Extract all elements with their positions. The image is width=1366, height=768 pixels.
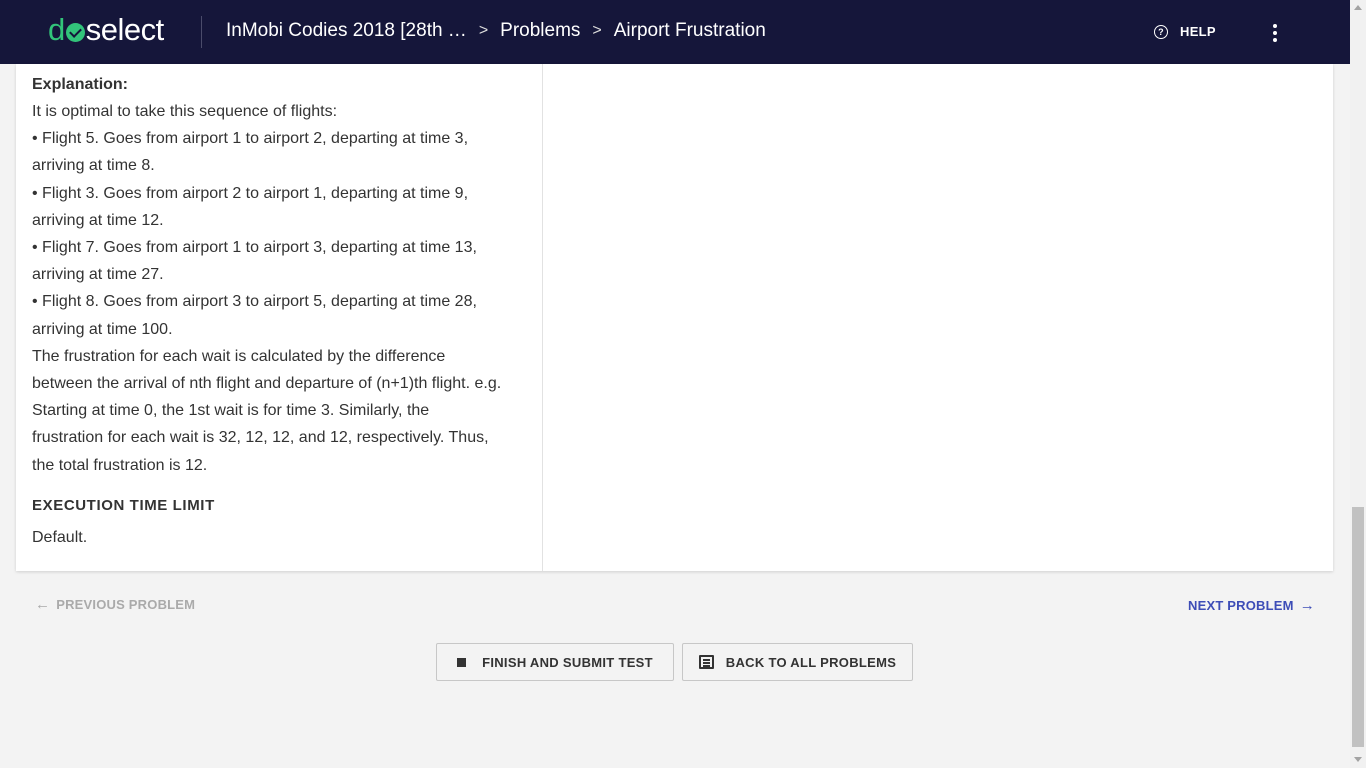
help-icon: ?: [1154, 24, 1168, 39]
execution-time-value: Default.: [32, 528, 88, 546]
execution-time-heading: EXECUTION TIME LIMIT: [32, 496, 215, 514]
chevron-right-icon: >: [478, 22, 489, 39]
explanation-line: arriving at time 100.: [32, 320, 173, 338]
more-menu-icon[interactable]: [1270, 24, 1280, 42]
stop-icon: [457, 657, 467, 667]
explanation-line: arriving at time 27.: [32, 266, 164, 284]
finish-submit-button[interactable]: FINISH AND SUBMIT TEST: [436, 643, 674, 681]
next-problem-label: NEXT PROBLEM: [1188, 598, 1294, 613]
explanation-line: • Flight 8. Goes from airport 3 to airpo…: [32, 293, 477, 311]
explanation-line: the total frustration is 12.: [32, 456, 208, 474]
problem-statement-pane: Explanation: It is optimal to take this …: [16, 64, 543, 571]
explanation-line: frustration for each wait is 32, 12, 12,…: [32, 429, 489, 447]
problem-card: Explanation: It is optimal to take this …: [16, 64, 1333, 571]
explanation-heading: Explanation:: [32, 76, 129, 93]
help-label: HELP: [1180, 24, 1216, 39]
explanation-line: • Flight 3. Goes from airport 2 to airpo…: [32, 184, 469, 202]
explanation-line: The frustration for each wait is calcula…: [32, 347, 446, 365]
chevron-right-icon: >: [592, 22, 602, 39]
scroll-down-icon[interactable]: [1354, 757, 1362, 762]
explanation-line: • Flight 5. Goes from airport 1 to airpo…: [32, 130, 469, 148]
explanation-line: It is optimal to take this sequence of f…: [32, 103, 338, 120]
previous-problem-label: PREVIOUS PROBLEM: [56, 597, 196, 612]
top-navbar: d select InMobi Codies 2018 [28th … > Pro…: [0, 0, 1350, 64]
header-divider: [201, 16, 202, 48]
explanation-line: Starting at time 0, the 1st wait is for …: [32, 402, 430, 420]
finish-submit-label: FINISH AND SUBMIT TEST: [482, 654, 653, 670]
previous-problem-link[interactable]: ← PREVIOUS PROBLEM: [35, 596, 195, 613]
back-to-problems-label: BACK TO ALL PROBLEMS: [725, 654, 897, 670]
page-scrollbar[interactable]: [1350, 0, 1366, 768]
explanation-line: • Flight 7. Goes from airport 1 to airpo…: [32, 239, 477, 257]
list-icon: [698, 655, 714, 669]
doselect-logo[interactable]: d select: [48, 12, 164, 48]
explanation-line: between the arrival of nth flight and de…: [32, 375, 502, 393]
explanation-line: arriving at time 8.: [32, 157, 155, 175]
breadcrumb-problems[interactable]: Problems: [500, 20, 580, 42]
check-icon: [65, 23, 85, 42]
back-to-problems-button[interactable]: BACK TO ALL PROBLEMS: [682, 643, 913, 681]
breadcrumb-current: Airport Frustration: [613, 20, 766, 41]
breadcrumb: InMobi Codies 2018 [28th … > Problems > …: [226, 20, 766, 42]
scrollbar-thumb[interactable]: [1352, 507, 1364, 747]
scroll-up-icon[interactable]: [1354, 5, 1362, 10]
arrow-left-icon: ←: [35, 596, 51, 613]
breadcrumb-contest[interactable]: InMobi Codies 2018 [28th …: [226, 20, 467, 42]
explanation-line: arriving at time 12.: [32, 211, 164, 229]
arrow-right-icon: →: [1299, 597, 1315, 614]
next-problem-link[interactable]: NEXT PROBLEM →: [1188, 597, 1321, 614]
help-button[interactable]: ? HELP: [1154, 24, 1216, 39]
